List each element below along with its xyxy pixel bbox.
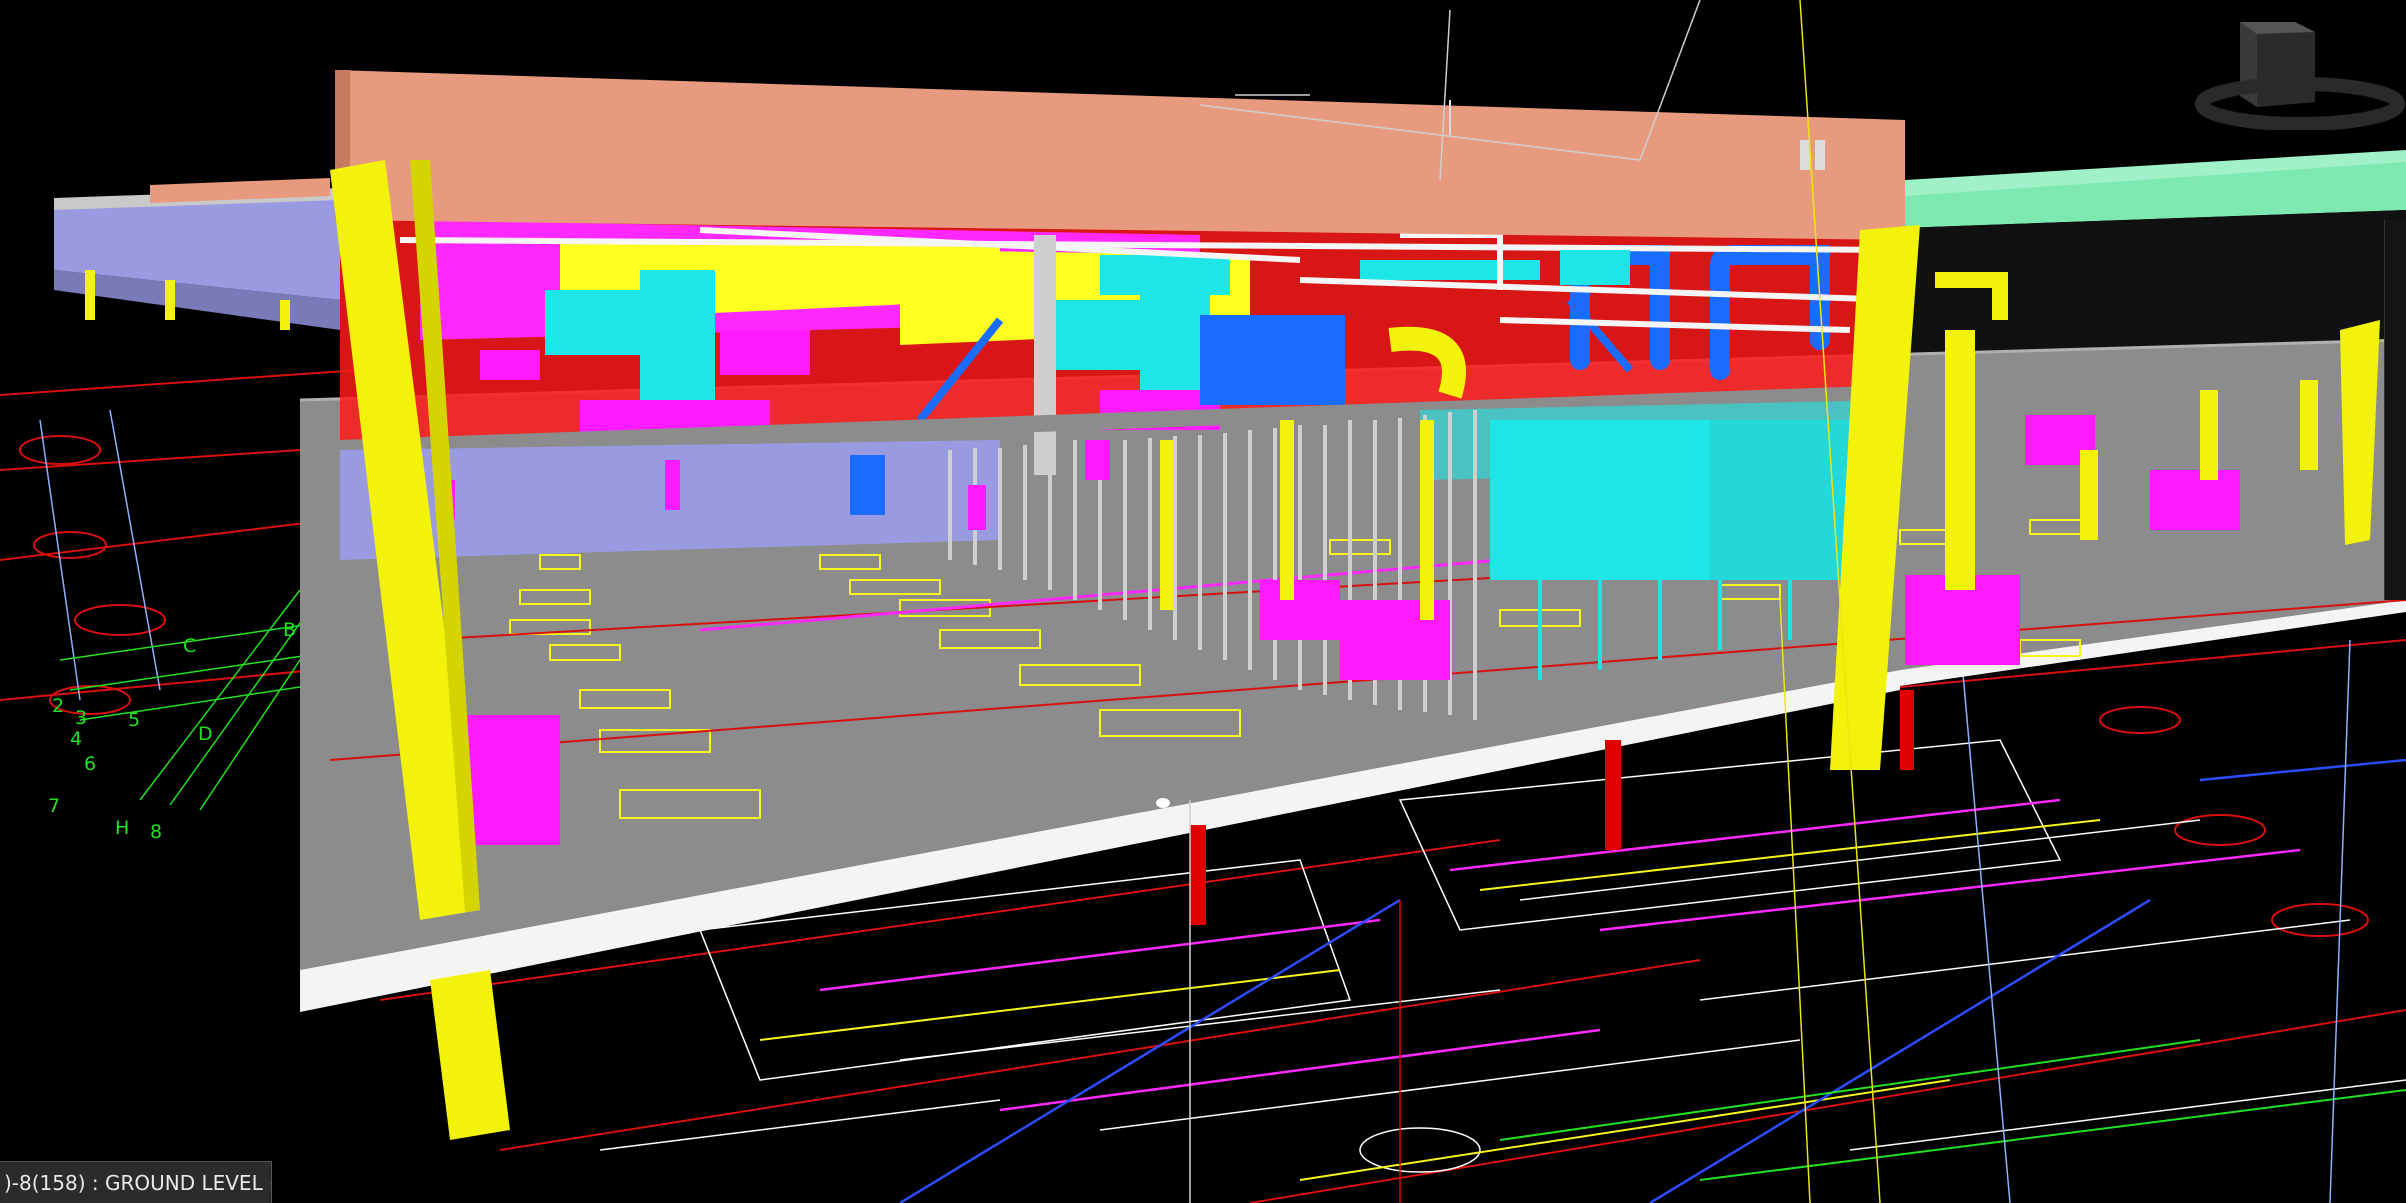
grid-label-d: D — [198, 723, 213, 745]
compass-ring[interactable] — [2195, 77, 2405, 130]
3d-model-viewport[interactable]: B C C D E F G H 2 3 4 5 6 7 8 — [0, 0, 2406, 1203]
roof-slab — [335, 70, 1905, 240]
grid-label-7: 7 — [48, 795, 60, 817]
viewcube-navigation[interactable] — [2195, 12, 2405, 130]
grid-label-2: 2 — [52, 695, 64, 717]
level-readout: )-8(158) : GROUND LEVEL (46) — [4, 1171, 271, 1195]
navigation-bar-edge[interactable] — [2384, 220, 2406, 600]
grid-label-6: 6 — [84, 753, 96, 775]
grid-label-h: H — [115, 817, 129, 839]
status-bar: )-8(158) : GROUND LEVEL (46) — [0, 1161, 272, 1203]
grid-label-c: C — [183, 635, 196, 657]
grid-label-b: B — [283, 619, 296, 641]
grid-label-8: 8 — [150, 821, 162, 843]
cube-icon[interactable] — [2240, 22, 2315, 107]
grid-label-5: 5 — [128, 709, 140, 731]
grid-label-3: 3 — [75, 707, 87, 729]
mouse-cursor — [1156, 798, 1170, 808]
grid-label-4: 4 — [70, 728, 82, 750]
left-wing-building — [54, 178, 340, 330]
